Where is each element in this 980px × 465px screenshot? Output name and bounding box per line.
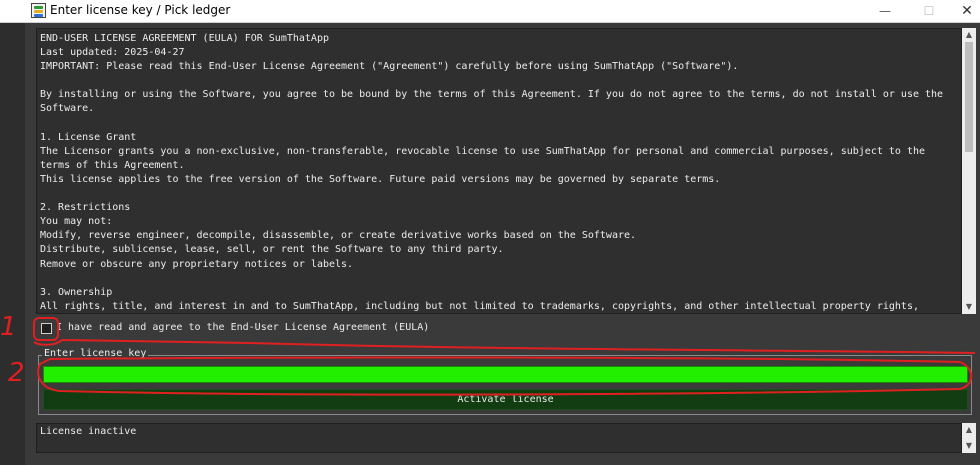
- eula-line: terms of this Agreement.: [40, 159, 185, 171]
- eula-line: Remove or obscure any proprietary notice…: [40, 258, 354, 270]
- app-icon: [31, 3, 46, 18]
- eula-line: Modify, reverse engineer, decompile, dis…: [40, 230, 637, 242]
- agree-checkbox[interactable]: [41, 323, 52, 334]
- eula-line: This license applies to the free version…: [40, 173, 721, 185]
- status-scroll-down-icon[interactable]: ▼: [962, 439, 976, 453]
- license-key-input[interactable]: [43, 366, 968, 383]
- scroll-thumb[interactable]: [965, 42, 973, 152]
- annotation-number-1: 1: [0, 312, 17, 342]
- scroll-down-icon[interactable]: ▼: [962, 300, 976, 314]
- window-title: Enter license key / Pick ledger: [50, 3, 231, 17]
- title-bar: Enter license key / Pick ledger — ☐ ✕: [0, 0, 980, 23]
- eula-line: Distribute, sublicense, lease, sell, or …: [40, 244, 504, 256]
- license-group-label: Enter license key: [42, 348, 149, 359]
- eula-line: 1. License Grant: [40, 131, 137, 143]
- eula-line: [40, 117, 961, 131]
- status-scrollbar[interactable]: ▲ ▼: [962, 423, 976, 453]
- scroll-up-icon[interactable]: ▲: [962, 28, 976, 42]
- eula-line: IMPORTANT: Please read this End-User Lic…: [40, 61, 739, 73]
- eula-line: 2. Restrictions: [40, 202, 131, 214]
- eula-line: [40, 187, 961, 201]
- eula-text-area[interactable]: END-USER LICENSE AGREEMENT (EULA) FOR Su…: [36, 28, 962, 314]
- eula-line: The Licensor grants you a non-exclusive,…: [40, 145, 926, 157]
- agree-row[interactable]: I have read and agree to the End-User Li…: [36, 318, 962, 340]
- eula-line: You may not:: [40, 216, 113, 228]
- minimize-button[interactable]: —: [862, 0, 908, 22]
- eula-scrollbar[interactable]: ▲ ▼: [962, 28, 976, 314]
- annotation-number-2: 2: [8, 358, 25, 388]
- close-button[interactable]: ✕: [944, 0, 980, 22]
- eula-line: Software.: [40, 103, 95, 115]
- agree-label[interactable]: I have read and agree to the End-User Li…: [56, 322, 429, 333]
- eula-line: [40, 74, 961, 88]
- activate-license-button[interactable]: Activate license: [43, 389, 968, 410]
- status-area: License inactive: [36, 423, 962, 453]
- eula-line: END-USER LICENSE AGREEMENT (EULA) FOR Su…: [40, 33, 329, 44]
- status-scroll-up-icon[interactable]: ▲: [962, 423, 976, 437]
- eula-line: 3. Ownership: [40, 286, 113, 298]
- eula-line: [40, 272, 961, 286]
- eula-line: Last updated: 2025-04-27: [40, 47, 185, 59]
- eula-line: All rights, title, and interest in and t…: [40, 300, 919, 312]
- eula-line: By installing or using the Software, you…: [40, 89, 944, 101]
